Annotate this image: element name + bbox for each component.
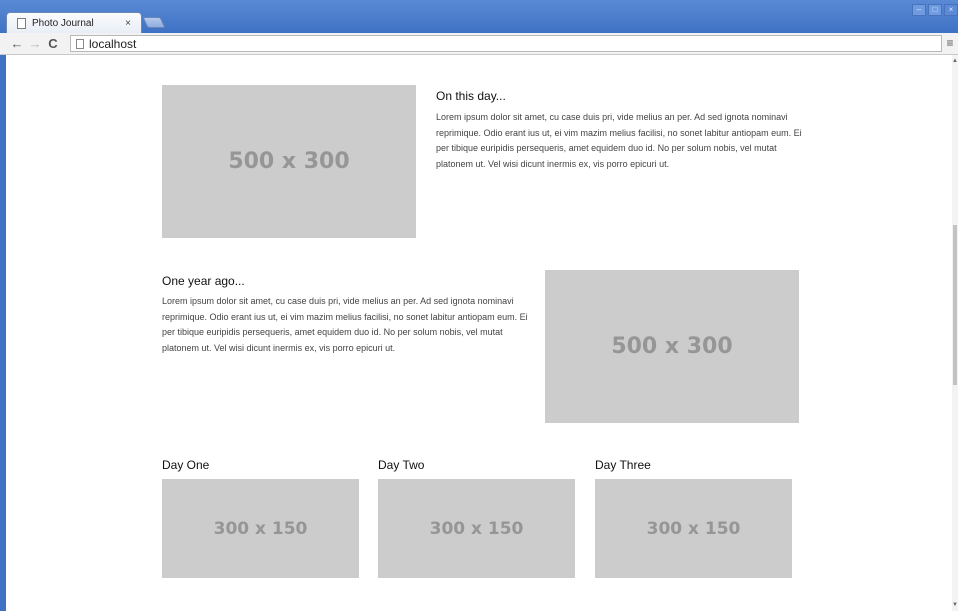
minimize-button[interactable]: – (912, 4, 926, 16)
menu-icon[interactable]: ≡ (944, 36, 956, 50)
address-bar[interactable]: localhost (70, 35, 942, 52)
scroll-thumb[interactable] (953, 225, 957, 385)
browser-titlebar: Photo Journal × – □ × (0, 0, 958, 33)
page-content: 500 x 300 On this day... Lorem ipsum dol… (6, 55, 952, 611)
maximize-button[interactable]: □ (928, 4, 942, 16)
image-size-label: 500 x 300 (611, 334, 733, 359)
vertical-scrollbar[interactable]: ▲ ▼ (952, 55, 958, 611)
on-this-day-text: Lorem ipsum dolor sit amet, cu case duis… (436, 112, 802, 169)
page-icon (17, 17, 26, 29)
scroll-up-icon[interactable]: ▲ (952, 57, 958, 65)
day-one-image: 300 x 150 (162, 479, 359, 578)
window-controls: – □ × (912, 4, 958, 16)
reload-button[interactable]: C (44, 35, 62, 53)
image-size-label: 500 x 300 (228, 149, 350, 174)
on-this-day-heading: On this day... (436, 89, 506, 103)
one-year-ago-text: Lorem ipsum dolor sit amet, cu case duis… (162, 296, 528, 353)
browser-toolbar: ← → C localhost ≡ (0, 33, 958, 55)
day-one-heading: Day One (162, 458, 210, 472)
image-size-label: 300 x 150 (646, 518, 741, 539)
page-icon (76, 38, 84, 49)
tab-title: Photo Journal (32, 17, 94, 29)
image-size-label: 300 x 150 (429, 518, 524, 539)
one-year-ago-heading: One year ago... (162, 274, 245, 288)
close-window-button[interactable]: × (944, 4, 958, 16)
scroll-down-icon[interactable]: ▼ (952, 601, 958, 609)
browser-tab[interactable]: Photo Journal × (6, 12, 142, 33)
url-input[interactable]: localhost (89, 37, 941, 51)
one-year-ago-image: 500 x 300 (545, 270, 799, 423)
back-button[interactable]: ← (8, 35, 26, 53)
tab-close-icon[interactable]: × (123, 18, 133, 29)
image-size-label: 300 x 150 (213, 518, 308, 539)
forward-button[interactable]: → (26, 35, 44, 53)
on-this-day-image: 500 x 300 (162, 85, 416, 238)
day-two-image: 300 x 150 (378, 479, 575, 578)
day-three-image: 300 x 150 (595, 479, 792, 578)
day-three-heading: Day Three (595, 458, 651, 472)
new-tab-button[interactable] (142, 17, 166, 28)
day-two-heading: Day Two (378, 458, 425, 472)
